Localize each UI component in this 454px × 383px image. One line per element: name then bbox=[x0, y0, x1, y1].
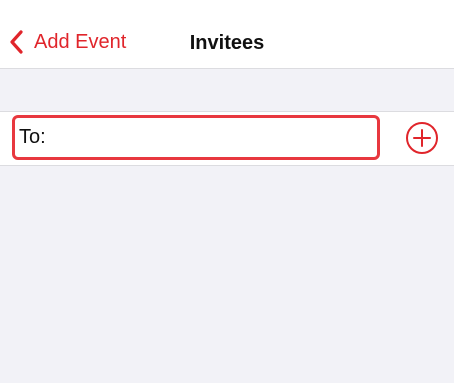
chevron-left-icon bbox=[8, 29, 26, 55]
back-button-label: Add Event bbox=[34, 31, 127, 53]
page-title-text: Invitees bbox=[189, 32, 265, 54]
navigation-bar: Add Event Invitees bbox=[0, 0, 454, 69]
back-button[interactable]: Add Event bbox=[8, 28, 126, 56]
to-field[interactable]: To: bbox=[12, 115, 380, 160]
invitees-row: To: bbox=[0, 111, 454, 166]
to-label: To: bbox=[19, 126, 46, 148]
plus-circle-icon bbox=[405, 121, 439, 155]
add-invitee-button[interactable] bbox=[405, 121, 439, 155]
